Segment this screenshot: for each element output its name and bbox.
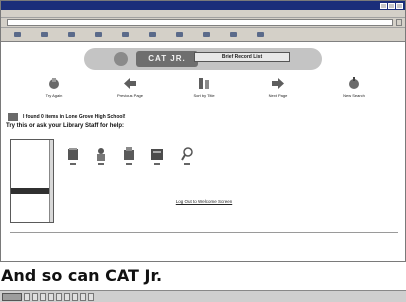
- print-icon: [256, 31, 264, 37]
- taskbar-item[interactable]: [80, 292, 86, 301]
- page-content: CAT JR. Brief Record List Try Again Prev…: [2, 43, 405, 261]
- search-button[interactable]: [140, 29, 164, 40]
- try-again-icon: [49, 78, 59, 89]
- minimize-button[interactable]: [380, 2, 387, 9]
- stop-button[interactable]: [59, 29, 83, 40]
- author-search-label: [98, 163, 104, 165]
- forward-button[interactable]: [32, 29, 56, 40]
- taskbar-item[interactable]: [64, 292, 70, 301]
- logout-link[interactable]: Log Out to Welcome Screen: [2, 199, 405, 204]
- series-icon: [151, 149, 163, 160]
- taskbar-item[interactable]: [88, 292, 94, 301]
- previous-page-button[interactable]: Previous Page: [100, 77, 160, 98]
- author-icon: [97, 148, 105, 161]
- search-all-label: [184, 163, 190, 165]
- taskbar: [0, 290, 406, 302]
- browser-window: CAT JR. Brief Record List Try Again Prev…: [0, 0, 406, 262]
- print-button[interactable]: [248, 29, 272, 40]
- maximize-button[interactable]: [388, 2, 395, 9]
- refresh-button[interactable]: [86, 29, 110, 40]
- result-summary: I found 0 items in Lone Grove High Schoo…: [8, 113, 126, 121]
- back-button[interactable]: [5, 29, 29, 40]
- address-input[interactable]: [7, 19, 393, 26]
- menu-bar: [1, 10, 405, 18]
- refresh-icon: [94, 31, 102, 37]
- next-page-label: Next Page: [268, 93, 288, 98]
- previous-page-label: Previous Page: [116, 93, 143, 98]
- caption-text: And so can CAT Jr.: [1, 266, 163, 285]
- taskbar-item[interactable]: [32, 292, 38, 301]
- taskbar-item[interactable]: [56, 292, 62, 301]
- history-button[interactable]: [194, 29, 218, 40]
- author-search-button[interactable]: [90, 147, 112, 165]
- books-icon: [8, 113, 18, 121]
- next-page-button[interactable]: Next Page: [248, 77, 308, 98]
- next-page-arrow-icon: [272, 78, 284, 89]
- list-scrollbar[interactable]: [49, 140, 53, 222]
- back-icon: [13, 31, 21, 37]
- book-search-label: [70, 163, 76, 165]
- history-icon: [202, 31, 210, 37]
- book-search-button[interactable]: [62, 147, 84, 165]
- found-count-text: I found 0 items in Lone Grove High Schoo…: [23, 114, 126, 120]
- series-search-button[interactable]: [146, 147, 168, 165]
- search-icon: [148, 31, 156, 37]
- subject-search-button[interactable]: [118, 147, 140, 165]
- advice-heading: Try this or ask your Library Staff for h…: [6, 123, 125, 129]
- favorites-button[interactable]: [167, 29, 191, 40]
- subject-search-label: [126, 163, 132, 165]
- suggestion-list[interactable]: [10, 139, 54, 223]
- cat-jr-banner: CAT JR. Brief Record List: [84, 48, 322, 70]
- cat-badge-icon: [114, 52, 128, 66]
- sort-by-title-icon: [199, 78, 209, 89]
- stop-icon: [67, 31, 75, 37]
- try-again-label: Try Again: [45, 93, 63, 98]
- favorites-icon: [175, 31, 183, 37]
- mail-button[interactable]: [221, 29, 245, 40]
- address-bar: [1, 18, 405, 28]
- mail-icon: [229, 31, 237, 37]
- book-icon: [68, 148, 78, 160]
- taskbar-item[interactable]: [40, 292, 46, 301]
- try-again-button[interactable]: Try Again: [24, 77, 84, 98]
- sort-by-title-button[interactable]: Sort by Title: [174, 77, 234, 98]
- sort-by-title-label: Sort by Title: [193, 93, 215, 98]
- previous-page-arrow-icon: [124, 78, 136, 89]
- divider: [10, 232, 398, 233]
- new-search-label: New Search: [343, 93, 365, 98]
- browser-toolbar: [1, 28, 405, 42]
- go-button[interactable]: [396, 19, 402, 26]
- close-button[interactable]: [396, 2, 403, 9]
- new-search-icon: [349, 77, 359, 89]
- subject-icon: [124, 147, 134, 160]
- taskbar-item[interactable]: [48, 292, 54, 301]
- home-icon: [121, 31, 129, 37]
- result-navigation: Try Again Previous Page Sort by Title Ne…: [2, 77, 405, 109]
- home-button[interactable]: [113, 29, 137, 40]
- new-search-button[interactable]: New Search: [324, 77, 384, 98]
- cat-jr-logo: CAT JR.: [136, 51, 198, 67]
- taskbar-item[interactable]: [24, 292, 30, 301]
- taskbar-item[interactable]: [72, 292, 78, 301]
- list-item[interactable]: [11, 212, 53, 218]
- forward-icon: [40, 31, 48, 37]
- series-search-label: [154, 163, 160, 165]
- search-all-icon: [181, 147, 193, 161]
- start-button[interactable]: [2, 292, 22, 301]
- brief-record-list-label: Brief Record List: [194, 52, 290, 62]
- title-bar: [1, 1, 405, 10]
- search-all-button[interactable]: [176, 147, 198, 165]
